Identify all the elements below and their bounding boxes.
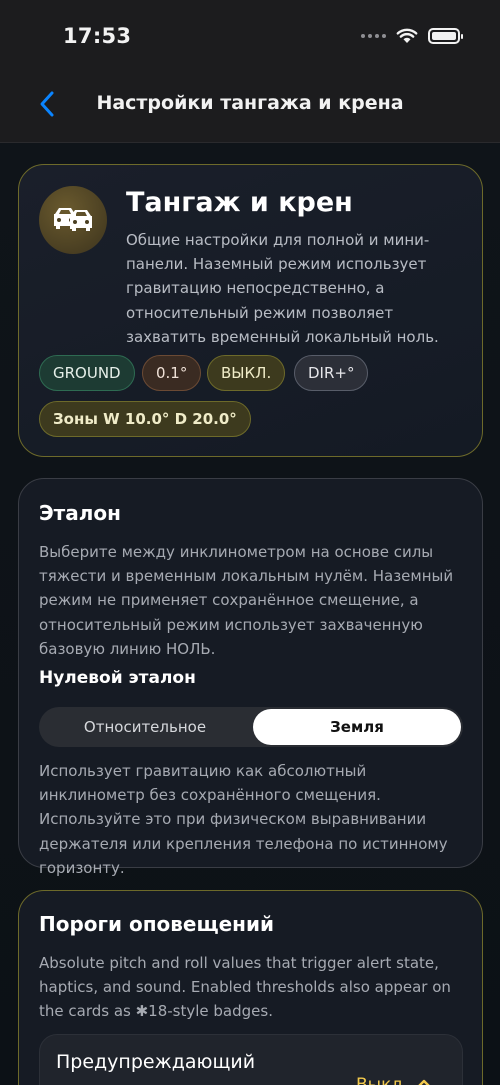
nav-title: Настройки тангажа и крена <box>96 92 404 114</box>
mode-chip: GROUND <box>39 355 135 391</box>
warning-threshold-label: Предупреждающий <box>56 1051 256 1073</box>
zero-reference-segmented-control[interactable]: Относительное Земля <box>39 707 463 747</box>
cellular-signal-icon <box>361 34 386 38</box>
direction-chip: DIR+° <box>294 355 369 391</box>
chevron-up-icon[interactable] <box>415 1077 433 1085</box>
wifi-icon <box>396 28 418 43</box>
alert-thresholds-card: Пороги оповещений Absolute pitch and rol… <box>18 890 483 1085</box>
cars-icon <box>39 186 107 254</box>
top-bar: 17:53 Настройки тангажа и крена <box>0 0 500 143</box>
reference-note: Использует гравитацию как абсолютный инк… <box>39 762 448 877</box>
warning-threshold-row[interactable]: Предупреждающий Выкл. <box>39 1034 463 1085</box>
status-time: 17:53 <box>63 24 132 48</box>
battery-icon <box>428 28 463 44</box>
alert-thresholds-title: Пороги оповещений <box>39 912 274 936</box>
zero-reference-label: Нулевой эталон <box>39 668 196 688</box>
alert-thresholds-description: Absolute pitch and roll values that trig… <box>39 954 451 1021</box>
segment-relative[interactable]: Относительное <box>41 709 249 745</box>
reference-description: Выберите между инклинометром на основе с… <box>39 543 454 658</box>
hero-title: Тангаж и крен <box>126 187 353 218</box>
reference-title: Эталон <box>39 501 121 525</box>
warning-threshold-state: Выкл. <box>356 1075 408 1085</box>
status-icons <box>361 28 463 44</box>
segment-ground[interactable]: Земля <box>253 709 461 745</box>
zones-chip: Зоны W 10.0° D 20.0° <box>39 401 251 437</box>
reference-card: Эталон Выберите между инклинометром на о… <box>18 478 483 877</box>
deadband-chip: 0.1° <box>142 355 202 391</box>
pitch-roll-summary-card: Тангаж и крен Общие настройки для полной… <box>18 164 483 457</box>
hero-description: Общие настройки для полной и мини-панели… <box>126 231 439 346</box>
settings-content[interactable]: Тангаж и крен Общие настройки для полной… <box>0 143 500 1085</box>
state-chip: ВЫКЛ. <box>207 355 286 391</box>
